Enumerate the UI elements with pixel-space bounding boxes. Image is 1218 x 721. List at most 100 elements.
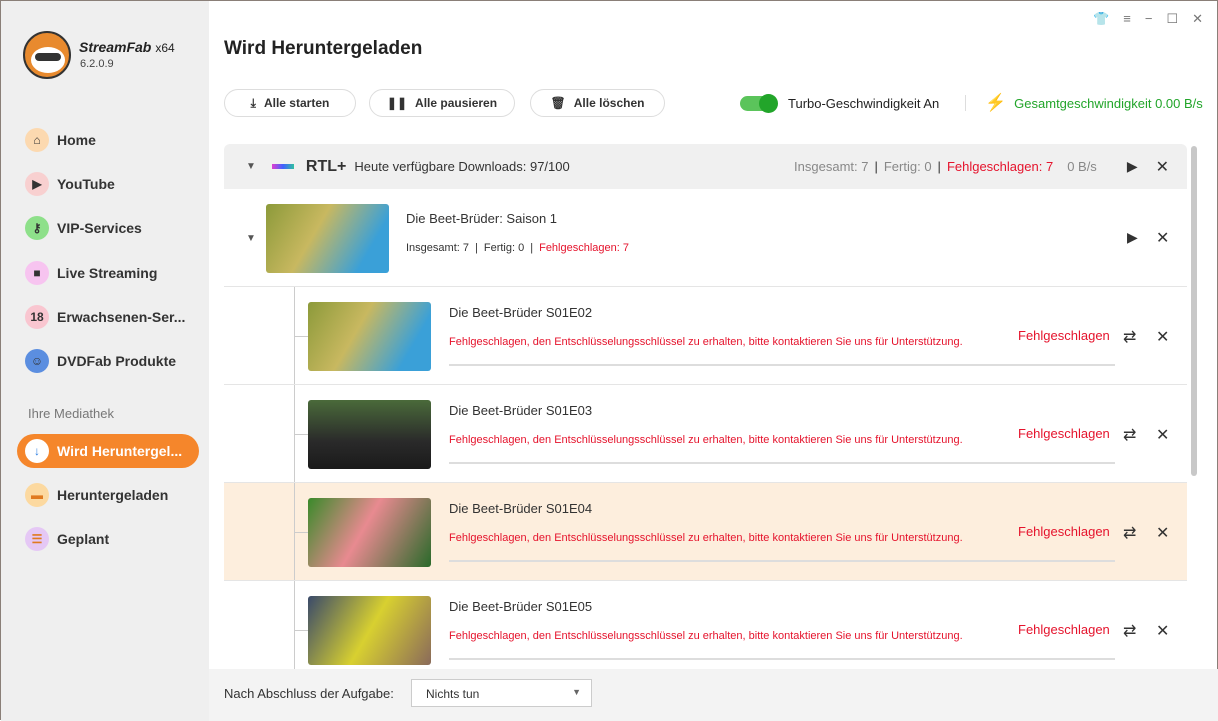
play-icon[interactable]: ▶ bbox=[1127, 229, 1138, 246]
rtl-logo-icon bbox=[271, 164, 294, 169]
maximize-button[interactable]: ☐ bbox=[1166, 11, 1178, 27]
episode-row[interactable]: Die Beet-Brüder S01E05 Fehlgeschlagen, d… bbox=[224, 581, 1187, 669]
group-total: Insgesamt: 7 bbox=[794, 159, 869, 174]
episode-thumbnail bbox=[308, 498, 431, 567]
brand-name: StreamFab x64 bbox=[79, 39, 175, 55]
page-title: Wird Heruntergeladen bbox=[224, 38, 423, 59]
sidebar-item-label: VIP-Services bbox=[57, 220, 142, 236]
minimize-button[interactable]: − bbox=[1145, 11, 1153, 27]
season-title: Die Beet-Brüder: Saison 1 bbox=[406, 211, 558, 226]
retry-icon[interactable]: ⇄ bbox=[1123, 523, 1136, 543]
sidebar-item-label: Home bbox=[57, 132, 96, 148]
episode-status: Fehlgeschlagen bbox=[1018, 622, 1110, 637]
after-task-select[interactable]: Nichts tun ▼ bbox=[411, 679, 592, 707]
library-item-0[interactable]: ↓ Wird Heruntergel... bbox=[17, 434, 199, 468]
trash-icon: 🗑 bbox=[550, 96, 566, 110]
sidebar-item-dvdfab-produkte[interactable]: ☺ DVDFab Produkte bbox=[17, 344, 199, 378]
sidebar-item-youtube[interactable]: ▶ YouTube bbox=[17, 167, 199, 201]
chevron-down-icon: ▼ bbox=[572, 687, 581, 697]
youtube-icon: ▶ bbox=[25, 172, 49, 196]
version: 6.2.0.9 bbox=[80, 58, 114, 70]
retry-icon[interactable]: ⇄ bbox=[1123, 425, 1136, 445]
download-icon: ⤓ bbox=[250, 95, 256, 110]
episode-title: Die Beet-Brüder S01E02 bbox=[449, 305, 593, 320]
total-speed: ⚡ Gesamtgeschwindigkeit 0.00 B/s bbox=[985, 93, 1203, 112]
adult-icon: 18 bbox=[25, 305, 49, 329]
season-row: ▼ Die Beet-Brüder: Saison 1 Insgesamt: 7… bbox=[224, 189, 1187, 287]
dvdfab-icon: ☺ bbox=[25, 349, 49, 373]
episode-status: Fehlgeschlagen bbox=[1018, 426, 1110, 441]
group-failed: Fehlgeschlagen: 7 bbox=[946, 159, 1054, 174]
sidebar-item-label: DVDFab Produkte bbox=[57, 353, 177, 369]
sidebar-item-live-streaming[interactable]: ■ Live Streaming bbox=[17, 256, 199, 290]
close-icon[interactable]: ✕ bbox=[1156, 157, 1169, 177]
episode-error: Fehlgeschlagen, den Entschlüsselungsschl… bbox=[449, 630, 963, 642]
episode-thumbnail bbox=[308, 302, 431, 371]
library-section-label: Ihre Mediathek bbox=[28, 406, 114, 421]
episode-error: Fehlgeschlagen, den Entschlüsselungsschl… bbox=[449, 434, 963, 446]
home-icon: ⌂ bbox=[25, 128, 49, 152]
episode-status: Fehlgeschlagen bbox=[1018, 524, 1110, 539]
pause-all-button[interactable]: ❚❚ Alle pausieren bbox=[369, 89, 515, 117]
progress-bar bbox=[449, 462, 1115, 464]
progress-bar bbox=[449, 560, 1115, 562]
season-stats: Insgesamt: 7 | Fertig: 0 | Fehlgeschlagen: 7 bbox=[406, 242, 629, 254]
collapse-icon[interactable]: ▼ bbox=[246, 233, 256, 244]
episode-title: Die Beet-Brüder S01E05 bbox=[449, 599, 593, 614]
sidebar-item-home[interactable]: ⌂ Home bbox=[17, 123, 199, 157]
progress-bar bbox=[449, 364, 1115, 366]
list-icon: ☰ bbox=[25, 527, 49, 551]
episode-row[interactable]: Die Beet-Brüder S01E02 Fehlgeschlagen, d… bbox=[224, 287, 1187, 385]
play-icon[interactable]: ▶ bbox=[1127, 158, 1138, 175]
close-button[interactable]: ✕ bbox=[1192, 11, 1203, 27]
window-controls: 👕 ≡ − ☐ ✕ bbox=[1093, 11, 1203, 27]
skin-icon[interactable]: 👕 bbox=[1093, 11, 1109, 27]
episode-row[interactable]: Die Beet-Brüder S01E03 Fehlgeschlagen, d… bbox=[224, 385, 1187, 483]
lightning-icon: ⚡ bbox=[985, 93, 1007, 112]
scrollbar[interactable] bbox=[1191, 146, 1197, 476]
episode-thumbnail bbox=[308, 400, 431, 469]
sidebar-item-label: Heruntergeladen bbox=[57, 487, 169, 503]
close-icon[interactable]: ✕ bbox=[1156, 228, 1169, 248]
sidebar-item-label: Live Streaming bbox=[57, 265, 158, 281]
sidebar: StreamFab x64 6.2.0.9 ⌂ Home ▶ YouTube ⚷ VIP-S… bbox=[1, 1, 209, 721]
delete-all-button[interactable]: 🗑 Alle löschen bbox=[530, 89, 665, 117]
pause-icon: ❚❚ bbox=[386, 96, 408, 110]
sidebar-item-label: Wird Heruntergel... bbox=[57, 443, 183, 459]
service-name: RTL+ bbox=[305, 157, 347, 175]
footer: Nach Abschluss der Aufgabe: Nichts tun ▼ bbox=[209, 669, 1218, 721]
season-thumbnail bbox=[266, 204, 389, 273]
close-icon[interactable]: ✕ bbox=[1156, 523, 1169, 543]
start-all-button[interactable]: ⤓ Alle starten bbox=[224, 89, 356, 117]
episode-status: Fehlgeschlagen bbox=[1018, 328, 1110, 343]
library-item-2[interactable]: ☰ Geplant bbox=[17, 522, 199, 556]
group-done: Fertig: 0 bbox=[883, 159, 932, 174]
episode-row[interactable]: Die Beet-Brüder S01E04 Fehlgeschlagen, d… bbox=[224, 483, 1187, 581]
sidebar-item-erwachsenen-ser-[interactable]: 18 Erwachsenen-Ser... bbox=[17, 300, 199, 334]
library-item-1[interactable]: ▬ Heruntergeladen bbox=[17, 478, 199, 512]
episode-error: Fehlgeschlagen, den Entschlüsselungsschl… bbox=[449, 336, 963, 348]
menu-icon[interactable]: ≡ bbox=[1123, 11, 1131, 27]
group-header-rtl: ▼ RTL+ Heute verfügbare Downloads: 97/10… bbox=[224, 144, 1187, 189]
turbo-label: Turbo-Geschwindigkeit An bbox=[788, 96, 940, 111]
after-task-label: Nach Abschluss der Aufgabe: bbox=[224, 686, 394, 701]
key-icon: ⚷ bbox=[25, 216, 49, 240]
turbo-toggle[interactable] bbox=[740, 94, 778, 113]
episode-thumbnail bbox=[308, 596, 431, 665]
streamfab-logo bbox=[23, 31, 71, 79]
sidebar-item-vip-services[interactable]: ⚷ VIP-Services bbox=[17, 211, 199, 245]
group-speed: 0 B/s bbox=[1067, 159, 1097, 174]
retry-icon[interactable]: ⇄ bbox=[1123, 621, 1136, 641]
episode-title: Die Beet-Brüder S01E03 bbox=[449, 403, 593, 418]
close-icon[interactable]: ✕ bbox=[1156, 425, 1169, 445]
episode-title: Die Beet-Brüder S01E04 bbox=[449, 501, 593, 516]
close-icon[interactable]: ✕ bbox=[1156, 327, 1169, 347]
available-downloads: Heute verfügbare Downloads: 97/100 bbox=[354, 159, 570, 174]
camera-icon: ■ bbox=[25, 261, 49, 285]
retry-icon[interactable]: ⇄ bbox=[1123, 327, 1136, 347]
close-icon[interactable]: ✕ bbox=[1156, 621, 1169, 641]
download-icon: ↓ bbox=[25, 439, 49, 463]
progress-bar bbox=[449, 658, 1115, 660]
collapse-icon[interactable]: ▼ bbox=[246, 161, 256, 172]
download-list: ▼ RTL+ Heute verfügbare Downloads: 97/10… bbox=[224, 144, 1187, 669]
